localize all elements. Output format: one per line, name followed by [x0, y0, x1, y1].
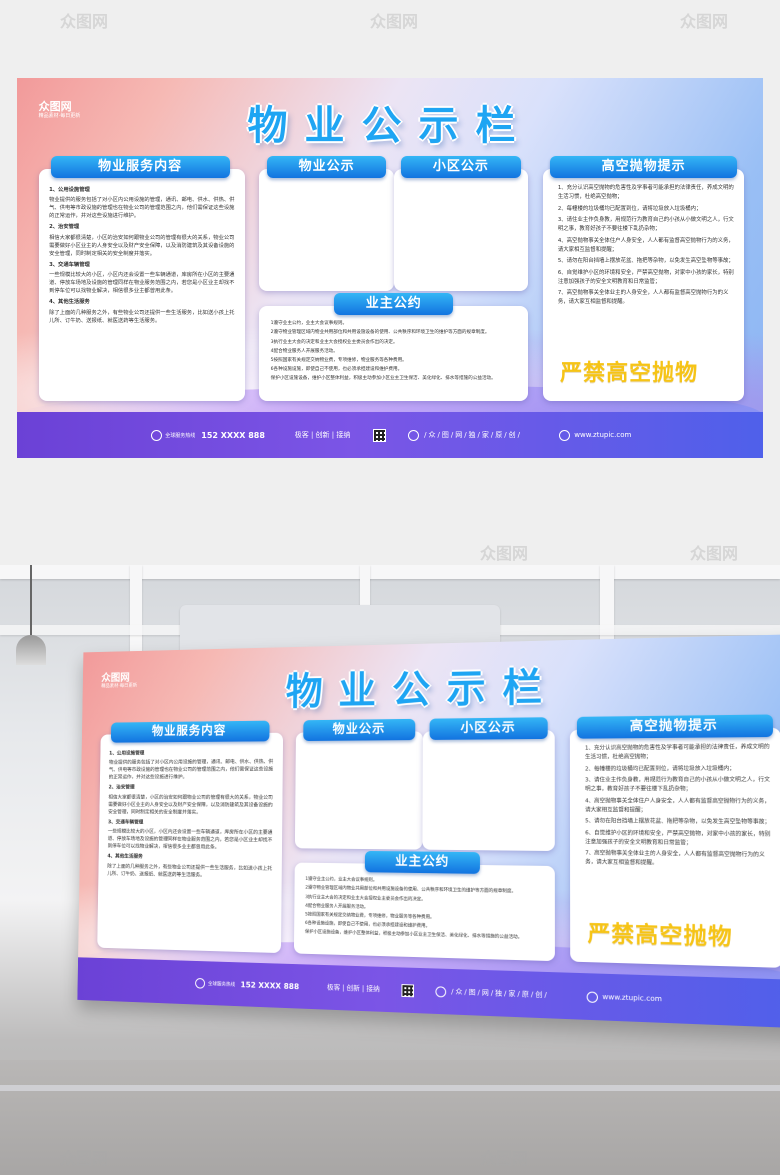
watermark: 众图网 — [680, 12, 729, 31]
community-heading: 小区公示 — [401, 155, 521, 178]
watermark: 众图网 — [480, 544, 529, 563]
service-heading: 物业服务内容 — [50, 155, 230, 178]
highrise-slogan: 严禁高空抛物 — [560, 361, 699, 387]
mockup-community-heading: 小区公示 — [429, 717, 548, 740]
watermark: 众图网 — [60, 12, 109, 31]
watermark: 众图网 — [480, 1149, 529, 1168]
footer-tags: 极客 | 创新 | 接纳 — [294, 431, 351, 440]
mockup-property-heading: 物业公示 — [303, 718, 416, 741]
highrise-text: 1、充分认识高空抛物的危害性及学事者可能承担的法律责任，养成文明的生活习惯，杜绝… — [557, 185, 734, 306]
weibo-icon — [408, 429, 420, 441]
qr-code-icon — [372, 428, 386, 442]
watermark: 众图网 — [60, 1149, 109, 1168]
owners-heading: 业主公约 — [334, 292, 454, 315]
page-title: 物业公示栏 — [247, 103, 533, 150]
mockup-owners-heading: 业主公约 — [364, 850, 481, 874]
floor — [0, 1060, 780, 1175]
hotline-phone: 152 XXXX 888 — [201, 430, 265, 440]
globe-icon — [559, 429, 571, 441]
pendant-lamp — [30, 565, 32, 635]
footer: 全球服务热线 152 XXXX 888 极客 | 创新 | 接纳 /众/图/网/… — [17, 412, 763, 458]
hotline-label: 全球服务热线 — [165, 432, 196, 439]
community-card — [393, 169, 528, 291]
mockup-highrise-heading: 高空抛物提示 — [577, 714, 773, 739]
flat-board: 众图网 精品素材·每日更新 物业公示栏 物业服务内容 1、公用设施管理 物业提供的服… — [17, 78, 763, 458]
mockup-title: 物业公示栏 — [285, 665, 560, 715]
mockup-service-heading: 物业服务内容 — [110, 720, 270, 743]
page: 众图网 精品素材·每日更新 物业公示栏 物业服务内容 1、公用设施管理 物业提供的服… — [0, 0, 780, 1175]
board-background: 众图网 精品素材·每日更新 物业公示栏 物业服务内容 1、公用设施管理 物业提供的服… — [17, 78, 763, 458]
phone-icon — [151, 429, 163, 441]
mockup-slogan: 严禁高空抛物 — [587, 922, 733, 952]
service-text: 1、公用设施管理 物业提供的服务包括了对小区内公用设施的管理，通讯、邮电、供水、供… — [49, 186, 235, 324]
watermark: 众图网 — [690, 544, 739, 563]
highrise-heading: 高空抛物提示 — [550, 155, 737, 178]
property-card — [259, 169, 394, 291]
mockup-board: 众图网 精品素材·每日更新 物业公示栏 物业服务内容 1、公用设施管理 物业提供的服… — [77, 634, 780, 1029]
property-heading: 物业公示 — [266, 155, 387, 178]
footer-nav: /众/图/网/独/家/原/创/ — [424, 431, 522, 440]
watermark: 众图网 — [370, 12, 419, 31]
footer-url: www.ztupic.com — [574, 431, 632, 440]
owners-text: 1遵守业主公约，业主大会议事规则。 2遵守物业管理区域内物业共用部位和共用设施设备… — [270, 321, 496, 382]
